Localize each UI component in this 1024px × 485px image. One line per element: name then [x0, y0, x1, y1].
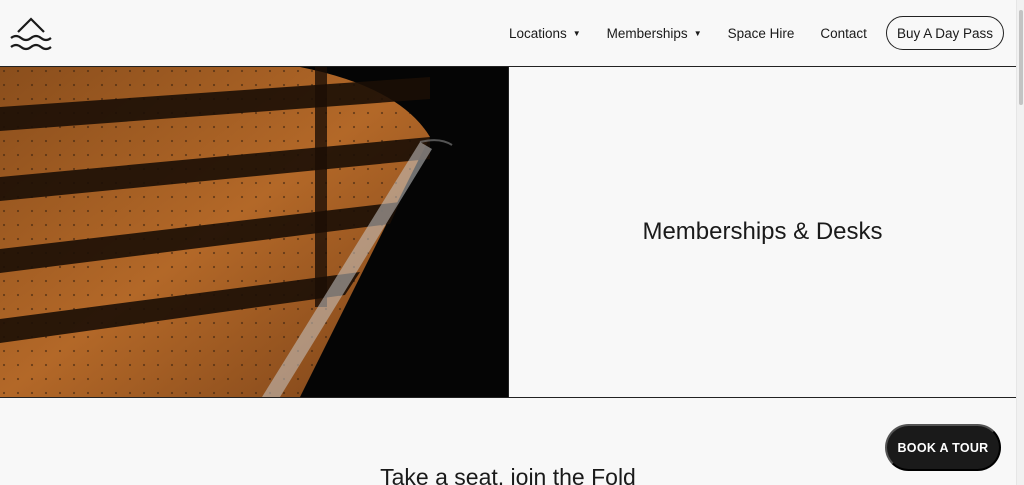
- nav-space-hire[interactable]: Space Hire: [728, 26, 795, 41]
- buy-day-pass-button[interactable]: Buy A Day Pass: [885, 16, 1004, 50]
- hero-title: Memberships & Desks: [642, 218, 883, 245]
- scrollbar-thumb[interactable]: [1019, 10, 1023, 105]
- section-title: Take a seat, join the Fold: [380, 464, 636, 485]
- book-a-tour-button[interactable]: BOOK A TOUR: [885, 424, 1001, 471]
- caret-down-icon: ▼: [572, 28, 581, 38]
- nav-contact-label: Contact: [820, 25, 867, 41]
- nav-space-hire-label: Space Hire: [727, 25, 795, 41]
- site-header: Locations ▼ Memberships ▼ Space Hire Con…: [0, 0, 1016, 67]
- caret-down-icon: ▼: [693, 28, 702, 38]
- nav-contact[interactable]: Contact: [820, 26, 867, 41]
- hero-text-panel: Memberships & Desks: [508, 67, 1016, 397]
- nav-memberships-label: Memberships: [606, 25, 688, 41]
- nav-memberships[interactable]: Memberships ▼: [607, 26, 702, 41]
- main-nav: Locations ▼ Memberships ▼ Space Hire Con…: [483, 16, 1004, 50]
- logo-icon[interactable]: [9, 14, 59, 52]
- nav-locations[interactable]: Locations ▼: [509, 26, 581, 41]
- hero-image: [0, 67, 508, 397]
- nav-locations-label: Locations: [508, 25, 567, 41]
- hero-section: Memberships & Desks: [0, 67, 1016, 398]
- scrollbar[interactable]: [1016, 0, 1024, 485]
